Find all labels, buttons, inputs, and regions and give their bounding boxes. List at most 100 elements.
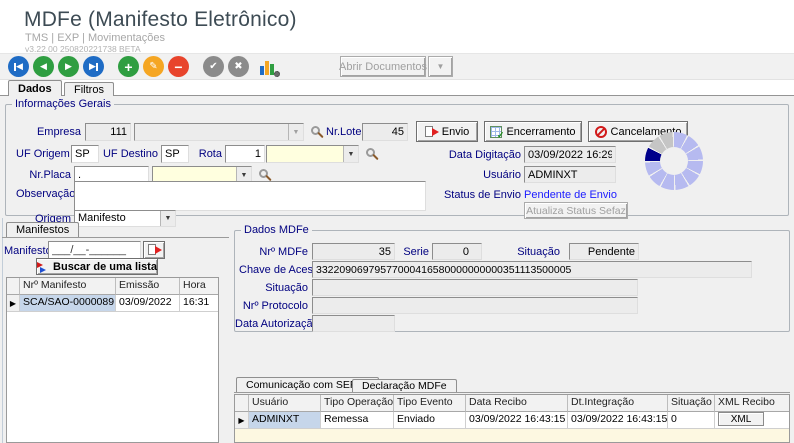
uf-origem-field[interactable] xyxy=(71,145,99,163)
envio-button[interactable]: Envio xyxy=(416,121,478,142)
delete-button[interactable]: − xyxy=(168,56,189,77)
manifesto-send-icon xyxy=(148,244,161,256)
empresa-search-icon[interactable] xyxy=(311,126,320,135)
abrir-documentos-dropdown[interactable]: ▼ xyxy=(428,56,453,77)
nav-last-button[interactable]: ▶ xyxy=(83,56,104,77)
cell-tipo-evento[interactable]: Enviado xyxy=(394,412,466,429)
cell-dt-integracao[interactable]: 03/09/2022 16:43:15 xyxy=(568,412,668,429)
xml-button[interactable]: XML xyxy=(718,412,764,426)
rota-label: Rota xyxy=(194,148,222,160)
nav-first-button[interactable]: ◀ xyxy=(8,56,29,77)
cell-nr-manifesto[interactable]: SCA/SAO-0000089 xyxy=(20,295,116,312)
col-tipo-operacao[interactable]: Tipo Operação xyxy=(321,395,394,412)
nr-protocolo-field[interactable] xyxy=(312,297,638,314)
cell-situacao[interactable]: 0 xyxy=(668,412,715,429)
manifestos-grid-header: Nrº Manifesto Emissão Hora xyxy=(7,278,218,295)
minus-icon: − xyxy=(174,59,182,75)
situacao-field[interactable] xyxy=(569,243,639,260)
rota-code-field[interactable] xyxy=(225,145,265,163)
nr-placa-label: Nr.Placa xyxy=(24,169,71,181)
edit-button[interactable]: ✎ xyxy=(143,56,164,77)
col-xml-recibo[interactable]: XML Recibo xyxy=(715,395,789,412)
situacao2-label: Situação xyxy=(263,282,308,294)
chart-button[interactable] xyxy=(260,58,277,75)
plus-icon: + xyxy=(124,59,132,75)
encerramento-button[interactable]: Encerramento xyxy=(484,121,582,142)
data-autorizacao-label: Data Autorização xyxy=(235,318,308,330)
sefaz-tab-line xyxy=(234,392,790,393)
manifestos-grid: Nrº Manifesto Emissão Hora ▶ SCA/SAO-000… xyxy=(6,277,219,443)
col-data-recibo[interactable]: Data Recibo xyxy=(466,395,568,412)
col-situacao[interactable]: Situação xyxy=(668,395,715,412)
data-digitacao-label: Data Digitação xyxy=(446,149,521,161)
status-envio-label: Status de Envio xyxy=(434,189,521,201)
col-hora[interactable]: Hora xyxy=(180,278,218,295)
origem-combo-text: Manifesto xyxy=(75,211,160,226)
sefaz-grid-header: Usuário Tipo Operação Tipo Evento Data R… xyxy=(235,395,789,412)
page-title: MDFe (Manifesto Eletrônico) xyxy=(24,8,297,32)
uf-destino-field[interactable] xyxy=(161,145,189,163)
header-indicator-cell xyxy=(235,395,249,412)
cell-hora[interactable]: 16:31 xyxy=(180,295,218,312)
empresa-combo[interactable]: ▼ xyxy=(134,123,304,141)
cell-emissao[interactable]: 03/09/2022 xyxy=(116,295,180,312)
nr-placa-search-icon[interactable] xyxy=(259,169,268,178)
envio-button-label: Envio xyxy=(442,126,470,138)
sefaz-grid: Usuário Tipo Operação Tipo Evento Data R… xyxy=(234,394,790,443)
buscar-lista-button[interactable]: Buscar de uma lista xyxy=(36,258,158,275)
cancel-button[interactable]: ✖ xyxy=(228,56,249,77)
observacao-textarea[interactable] xyxy=(74,181,426,211)
col-nr-manifesto[interactable]: Nrº Manifesto xyxy=(20,278,116,295)
uf-destino-label: UF Destino xyxy=(102,148,158,160)
cell-usuario[interactable]: ADMINXT xyxy=(249,412,321,429)
data-digitacao-field[interactable] xyxy=(524,146,616,163)
atualiza-status-sefaz-button[interactable]: Atualiza Status Sefaz xyxy=(524,202,628,219)
cell-xml-recibo: XML xyxy=(715,412,789,429)
data-autorizacao-field[interactable] xyxy=(312,315,395,332)
col-dt-integracao[interactable]: Dt.Integração xyxy=(568,395,668,412)
manifesto-label: Manifesto xyxy=(4,245,52,257)
tab-manifestos[interactable]: Manifestos xyxy=(6,222,79,237)
chevron-down-icon: ▼ xyxy=(437,62,445,71)
col-emissao[interactable]: Emissão xyxy=(116,278,180,295)
nr-mdfe-field[interactable] xyxy=(312,243,395,260)
table-row[interactable]: ▶ ADMINXT Remessa Enviado 03/09/2022 16:… xyxy=(235,412,789,429)
tab-filtros[interactable]: Filtros xyxy=(64,82,114,96)
cell-tipo-operacao[interactable]: Remessa xyxy=(321,412,394,429)
chave-acesso-label: Chave de Acesso xyxy=(239,264,308,276)
nr-mdfe-label: Nrº MDFe xyxy=(245,246,308,258)
situacao2-field[interactable] xyxy=(312,279,638,296)
tab-dados[interactable]: Dados xyxy=(8,80,62,96)
manifesto-mask-input[interactable] xyxy=(48,241,141,259)
last-bar-icon xyxy=(96,63,98,71)
chave-acesso-field[interactable] xyxy=(312,261,752,278)
cell-data-recibo[interactable]: 03/09/2022 16:43:15 xyxy=(466,412,568,429)
empresa-combo-text xyxy=(135,124,288,140)
confirm-button[interactable]: ✔ xyxy=(203,56,224,77)
buscar-lista-label: Buscar de uma lista xyxy=(53,261,157,273)
table-row[interactable]: ▶ SCA/SAO-0000089 03/09/2022 16:31 xyxy=(7,295,218,312)
manifesto-send-button[interactable] xyxy=(143,241,165,259)
usuario-field[interactable] xyxy=(524,166,616,183)
tab-declaracao-mdfe[interactable]: Declaração MDFe xyxy=(352,379,457,392)
rota-combo[interactable]: ▼ xyxy=(266,145,359,163)
origem-combo[interactable]: Manifesto ▼ xyxy=(74,210,176,227)
abrir-documentos-button[interactable]: Abrir Documentos xyxy=(340,56,426,77)
nav-next-button[interactable]: ▶ xyxy=(58,56,79,77)
nr-protocolo-label: Nrº Protocolo xyxy=(239,300,308,312)
serie-field[interactable] xyxy=(432,243,482,260)
add-button[interactable]: + xyxy=(118,56,139,77)
col-tipo-evento[interactable]: Tipo Evento xyxy=(394,395,466,412)
toolbar: ◀ ◀ ▶ ▶ + ✎ − ✔ ✖ Abrir Documentos ▼ xyxy=(0,53,794,80)
status-envio-value: Pendente de Envio xyxy=(524,189,644,201)
empresa-code-field[interactable] xyxy=(85,123,131,141)
nav-prev-button[interactable]: ◀ xyxy=(33,56,54,77)
last-icon: ▶ xyxy=(89,62,96,71)
pencil-icon: ✎ xyxy=(149,61,157,72)
col-usuario[interactable]: Usuário xyxy=(249,395,321,412)
rota-search-icon[interactable] xyxy=(366,148,375,157)
nr-lote-field[interactable] xyxy=(362,123,408,141)
rota-combo-text xyxy=(267,146,343,162)
check-icon: ✔ xyxy=(209,61,217,72)
situacao-label: Situação xyxy=(515,246,560,258)
